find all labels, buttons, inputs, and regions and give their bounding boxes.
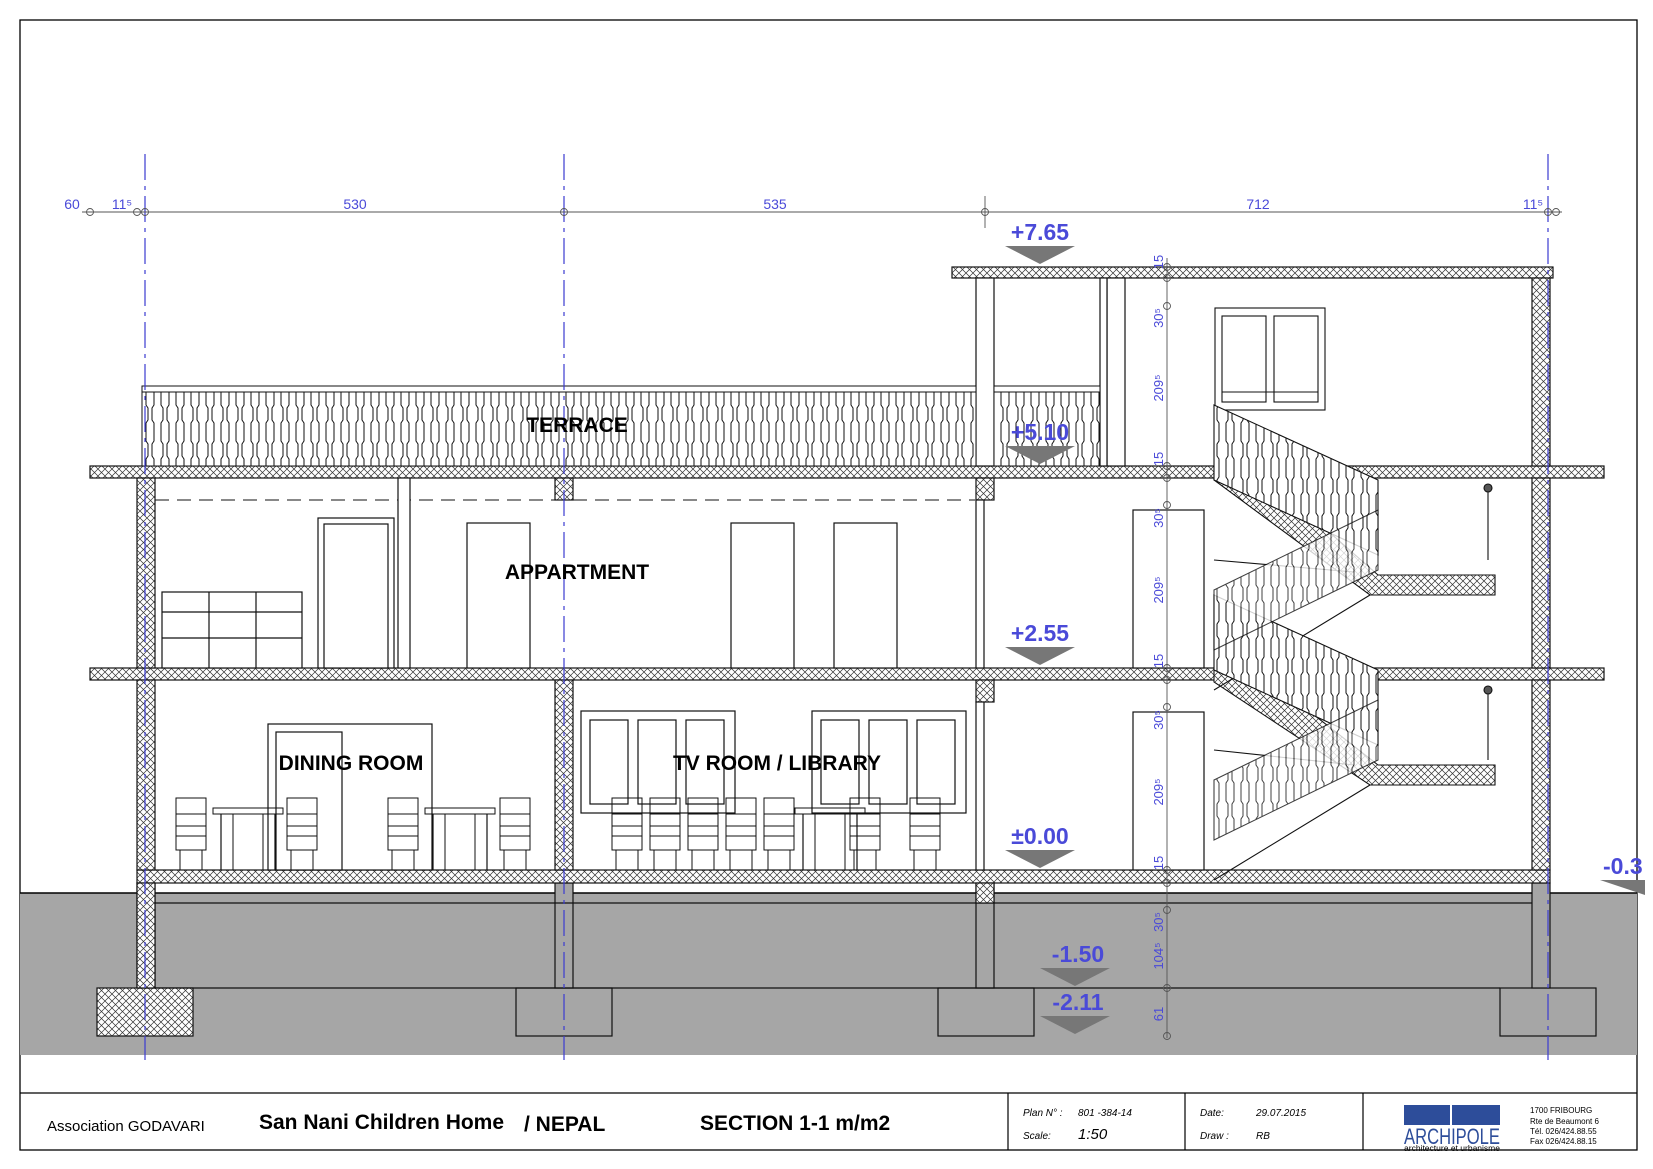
project-country: / NEPAL [524, 1113, 605, 1136]
level-terrace: +5.10 [1011, 419, 1069, 445]
level-roof: +7.65 [1011, 219, 1069, 245]
ground-fill [20, 893, 1637, 1055]
level-footing: -2.11 [1052, 989, 1103, 1015]
dim-h-11b: 11⁵ [1523, 196, 1543, 212]
project-name: San Nani Children Home [259, 1111, 504, 1134]
dim-v-12: 61 [1151, 1007, 1166, 1021]
draw-value: RB [1256, 1131, 1270, 1142]
section-drawing-sheet: 60 11⁵ 530 535 712 11⁵ 15 30⁵ 209⁵ 15 30… [19, 19, 1645, 1153]
staircase [1213, 307, 1496, 881]
dim-h-712: 712 [1246, 196, 1270, 212]
dim-v-0: 15 [1151, 255, 1166, 269]
horizontal-dimension-chain [82, 196, 1562, 228]
dim-v-11: 104⁵ [1151, 942, 1166, 969]
room-label-tv-library: TV ROOM / LIBRARY [673, 752, 881, 775]
room-label-terrace: TERRACE [526, 414, 628, 437]
dim-h-60: 60 [64, 196, 80, 212]
dim-v-4: 30⁵ [1151, 508, 1166, 528]
level-outside: -0.3 [1603, 853, 1643, 879]
office-address-line-4: Fax 026/424.88.15 [1530, 1137, 1597, 1146]
level-foundation: -1.50 [1052, 941, 1104, 967]
plan-number-value: 801 -384-14 [1078, 1108, 1132, 1119]
room-label-apartment: APPARTMENT [505, 561, 649, 584]
dim-h-11a: 11⁵ [112, 196, 132, 212]
client-name: Association GODAVARI [47, 1118, 205, 1135]
level-ground: ±0.00 [1011, 823, 1068, 849]
dim-v-3: 15 [1151, 452, 1166, 466]
level-first: +2.55 [1011, 620, 1069, 646]
dim-v-5: 209⁵ [1151, 576, 1166, 603]
dim-v-2: 209⁵ [1151, 374, 1166, 401]
office-address-line-1: 1700 FRIBOURG [1530, 1106, 1592, 1115]
logo-tagline: architecture et urbanisme [1404, 1144, 1501, 1153]
office-address-line-2: Rte de Beaumont 6 [1530, 1117, 1599, 1126]
dim-v-9: 15 [1151, 856, 1166, 870]
date-label: Date: [1200, 1108, 1224, 1119]
date-value: 29.07.2015 [1255, 1108, 1306, 1119]
sheet-title: SECTION 1-1 m/m2 [700, 1112, 890, 1135]
dim-v-6: 15 [1151, 654, 1166, 668]
dim-v-8: 209⁵ [1151, 778, 1166, 805]
dim-v-10: 30⁵ [1151, 912, 1166, 932]
room-label-dining: DINING ROOM [279, 752, 424, 775]
office-address-line-3: Tél. 026/424.88.55 [1530, 1127, 1597, 1136]
scale-label: Scale: [1023, 1131, 1051, 1142]
dim-v-7: 30⁵ [1151, 710, 1166, 730]
draw-label: Draw : [1200, 1131, 1229, 1142]
dim-v-1: 30⁵ [1151, 308, 1166, 328]
dim-h-535: 535 [763, 196, 787, 212]
dim-h-530: 530 [343, 196, 367, 212]
scale-value: 1:50 [1078, 1126, 1108, 1143]
plan-number-label: Plan N° : [1023, 1108, 1063, 1119]
